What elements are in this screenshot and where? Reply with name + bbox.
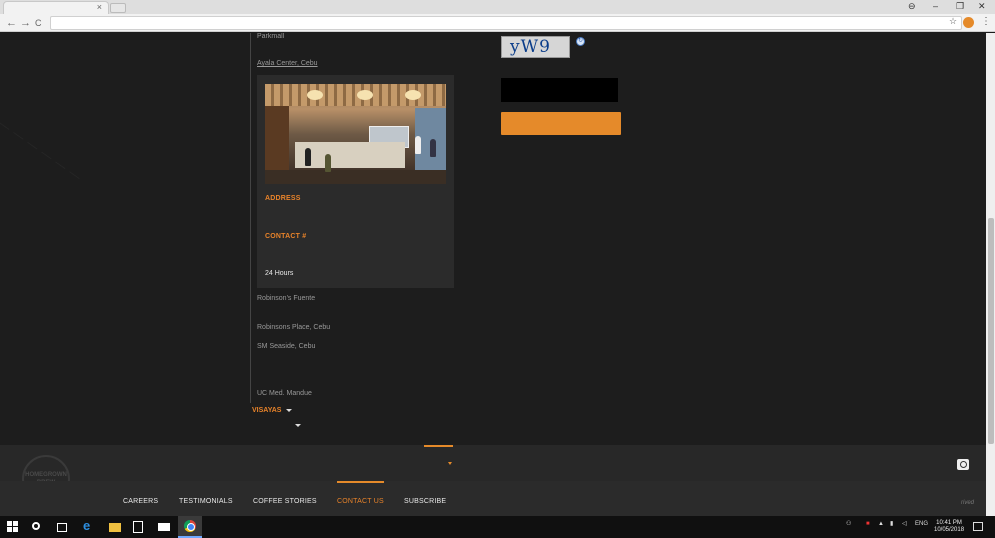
footer-accent-line <box>424 445 453 447</box>
contact-heading: CONTACT # <box>265 233 307 240</box>
new-tab-button[interactable] <box>110 3 126 13</box>
windows-start-icon[interactable] <box>7 521 19 533</box>
edge-icon[interactable]: e <box>83 519 95 532</box>
copyright-text: rived <box>961 500 975 506</box>
close-window-button[interactable]: ✕ <box>978 0 986 12</box>
region-dropdown-visayas[interactable]: VISAYAS <box>252 407 293 414</box>
browser-tab[interactable]: × <box>3 1 109 14</box>
taskbar-chrome-button[interactable] <box>178 516 202 538</box>
store-item-ayala[interactable]: Ayala Center, Cebu <box>257 60 318 67</box>
scrollbar-thumb[interactable] <box>988 218 994 444</box>
nav-testimonials[interactable]: TESTIMONIALS <box>179 498 233 505</box>
nav-subscribe[interactable]: SUBSCRIBE <box>404 498 446 505</box>
page-content: — — — — — — Parkmall Ayala Center, Cebu … <box>0 33 995 516</box>
active-nav-indicator <box>337 481 384 483</box>
store-item-robinsons-place[interactable]: Robinsons Place, Cebu <box>257 324 330 331</box>
extension-icon[interactable] <box>963 17 974 28</box>
region-label: VISAYAS <box>252 407 282 414</box>
store-item-parkmall[interactable]: Parkmall <box>257 33 284 40</box>
browser-tab-strip: × ⊖ – ❐ ✕ <box>0 0 995 14</box>
reload-button[interactable]: C <box>35 16 42 30</box>
shield-icon[interactable]: ▲ <box>878 521 884 527</box>
chrome-icon <box>184 520 196 532</box>
footer-band: HOMEGROWN BREW <box>0 445 995 503</box>
task-view-icon[interactable] <box>57 523 67 532</box>
people-icon[interactable]: ⚇ <box>846 521 851 527</box>
watermark: — — — — — — <box>0 116 85 185</box>
instagram-icon[interactable] <box>957 459 969 470</box>
store-photo <box>265 84 446 184</box>
chevron-down-icon <box>295 423 301 427</box>
chevron-down-icon <box>286 408 293 412</box>
column-divider <box>250 33 251 403</box>
language-indicator[interactable]: ENG <box>915 521 928 527</box>
clock-time: 10:41 PM <box>936 520 962 526</box>
nav-contact-us[interactable]: CONTACT US <box>337 498 384 505</box>
submit-button[interactable] <box>501 112 621 135</box>
tab-close-icon[interactable]: × <box>97 2 102 12</box>
store-item-sm-seaside[interactable]: SM Seaside, Cebu <box>257 343 315 350</box>
region-dropdown-more[interactable] <box>290 422 301 429</box>
browser-menu-icon[interactable]: ⋮ <box>981 16 991 27</box>
store-item-fuente[interactable]: Robinson's Fuente <box>257 295 315 302</box>
address-bar[interactable] <box>50 16 962 30</box>
windows-taskbar: e ⚇ ■ ▲ ▮ ◁ ENG 10:41 PM 10/05/2018 <box>0 516 995 538</box>
back-button[interactable]: ← <box>6 16 17 30</box>
notifications-icon[interactable] <box>973 522 983 531</box>
volume-icon[interactable]: ◁ <box>902 521 907 527</box>
chevron-down-icon[interactable] <box>448 462 452 465</box>
antivirus-icon[interactable]: ■ <box>866 521 870 527</box>
account-icon[interactable]: ⊖ <box>908 0 916 12</box>
footer-nav: CAREERS TESTIMONIALS COFFEE STORIES CONT… <box>0 481 986 516</box>
clock-date: 10/05/2018 <box>934 527 965 533</box>
mail-icon[interactable] <box>158 523 170 531</box>
store-icon[interactable] <box>133 521 143 533</box>
store-item-uc-med[interactable]: UC Med. Mandue <box>257 390 312 397</box>
browser-toolbar: ← → C ☆ ⋮ <box>0 14 995 32</box>
captcha-input[interactable] <box>501 78 618 102</box>
restore-button[interactable]: ❐ <box>956 0 964 12</box>
file-explorer-icon[interactable] <box>109 523 121 532</box>
store-hours: 24 Hours <box>265 270 294 277</box>
taskbar-clock[interactable]: 10:41 PM 10/05/2018 <box>934 520 964 534</box>
captcha-image: yW9 <box>501 36 570 58</box>
address-heading: ADDRESS <box>265 195 301 202</box>
search-icon[interactable] <box>32 522 40 530</box>
nav-coffee-stories[interactable]: COFFEE STORIES <box>253 498 317 505</box>
nav-careers[interactable]: CAREERS <box>123 498 158 505</box>
bookmark-star-icon[interactable]: ☆ <box>949 14 957 28</box>
store-card: ADDRESS CONTACT # 24 Hours <box>257 75 454 288</box>
minimize-button[interactable]: – <box>933 0 938 12</box>
forward-button[interactable]: → <box>20 16 31 30</box>
network-icon[interactable]: ▮ <box>890 521 893 527</box>
captcha-refresh-icon[interactable]: ↻ <box>576 37 585 46</box>
